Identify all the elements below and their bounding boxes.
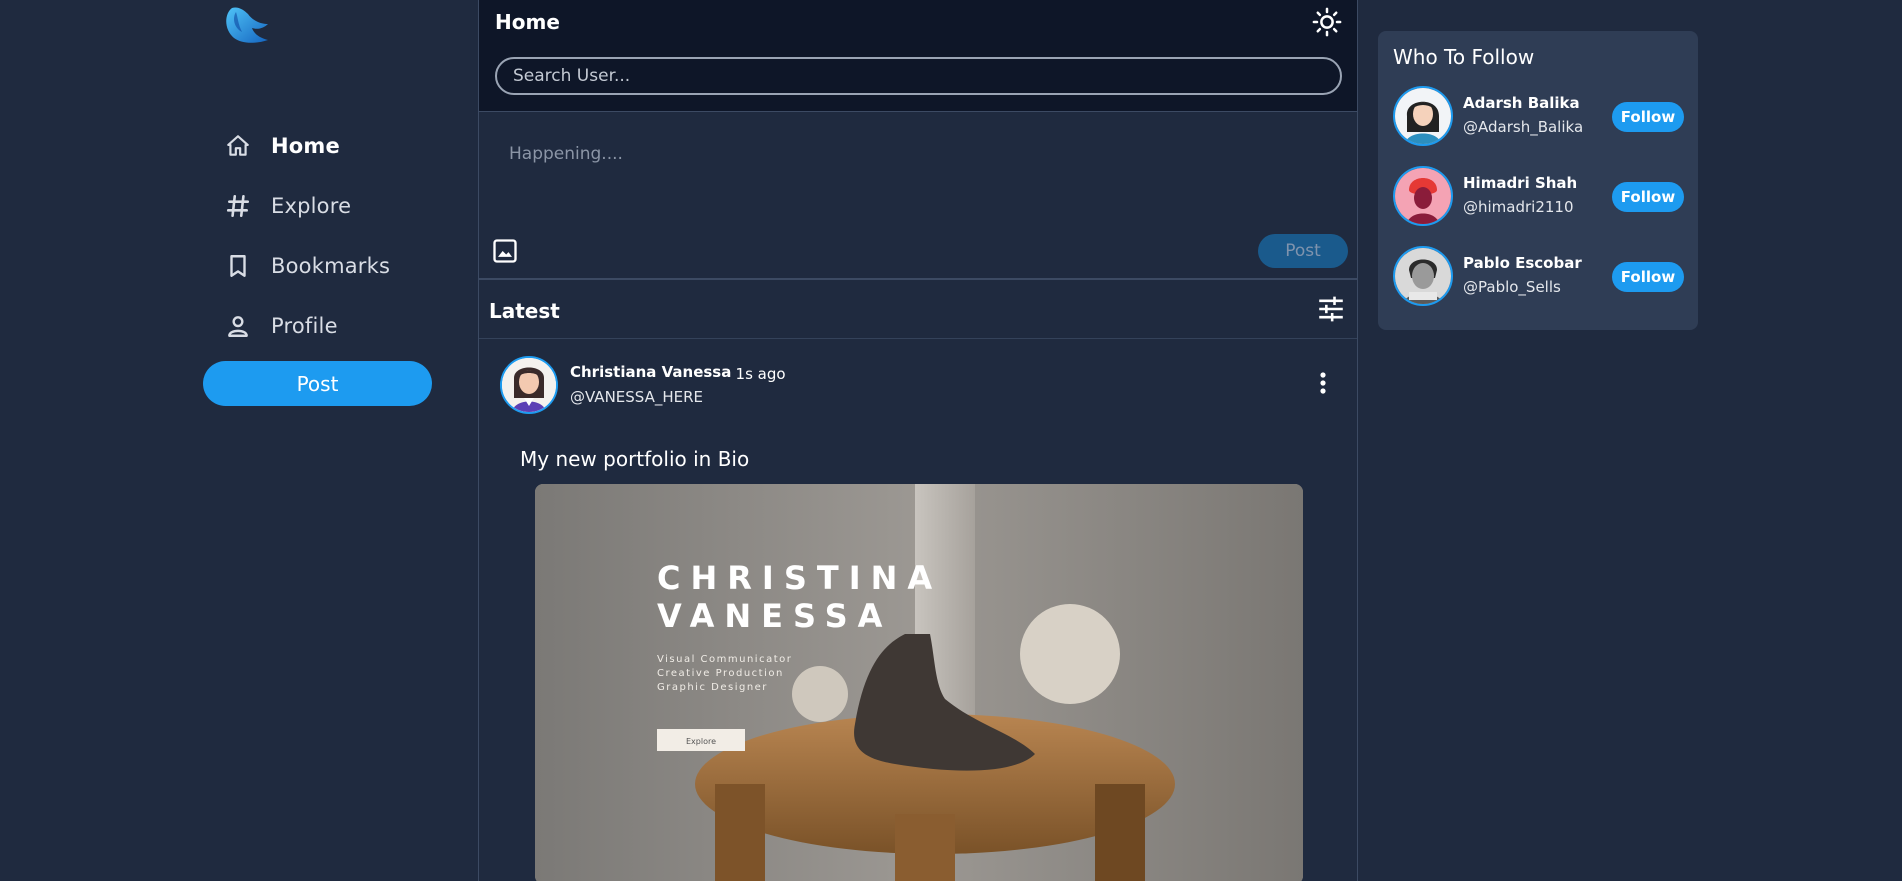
follow-user-handle: @Pablo_Sells [1463, 278, 1561, 296]
hash-icon [222, 190, 254, 222]
follow-avatar[interactable] [1393, 86, 1453, 146]
nav-label-bookmarks: Bookmarks [271, 254, 391, 278]
main-feed-column: Home Post Latest [478, 0, 1358, 881]
image-icon [493, 239, 517, 263]
post-composer: Post [479, 112, 1357, 280]
follow-button[interactable]: Follow [1612, 262, 1684, 292]
latest-title: Latest [489, 299, 560, 323]
nav-item-home[interactable]: Home [222, 116, 390, 176]
who-to-follow-title: Who To Follow [1393, 45, 1535, 69]
person-icon [222, 310, 254, 342]
follow-suggestion: Adarsh Balika @Adarsh_Balika Follow [1393, 86, 1693, 146]
latest-header: Latest [479, 280, 1357, 339]
nav-label-profile: Profile [271, 314, 338, 338]
app-logo[interactable] [222, 4, 272, 48]
image-heading-1: CHRISTINA [657, 559, 942, 597]
theme-toggle-button[interactable] [1311, 6, 1343, 38]
add-image-button[interactable] [491, 237, 519, 265]
follow-avatar[interactable] [1393, 166, 1453, 226]
image-sub-3: Graphic Designer [657, 682, 768, 693]
image-sub-1: Visual Communicator [657, 654, 792, 665]
follow-avatar[interactable] [1393, 246, 1453, 306]
sidebar-post-button[interactable]: Post [203, 361, 432, 406]
who-to-follow-card: Who To Follow Adarsh Balika @Adarsh_Bali… [1378, 31, 1698, 330]
follow-user-name[interactable]: Adarsh Balika [1463, 94, 1580, 112]
post-more-button[interactable] [1313, 369, 1333, 397]
nav-item-bookmarks[interactable]: Bookmarks [222, 236, 390, 296]
bird-logo-icon [226, 7, 268, 43]
nav-label-home: Home [271, 134, 340, 158]
follow-button[interactable]: Follow [1612, 182, 1684, 212]
tune-icon [1319, 296, 1343, 322]
follow-user-name[interactable]: Himadri Shah [1463, 174, 1577, 192]
follow-suggestion: Himadri Shah @himadri2110 Follow [1393, 166, 1693, 226]
follow-user-name[interactable]: Pablo Escobar [1463, 254, 1582, 272]
post-author-avatar[interactable] [500, 356, 558, 414]
home-icon [222, 130, 254, 162]
image-sub-2: Creative Production [657, 668, 784, 679]
image-explore-label: Explore [686, 737, 716, 746]
bookmark-icon [222, 250, 254, 282]
nav-item-explore[interactable]: Explore [222, 176, 390, 236]
post-author-handle: @VANESSA_HERE [570, 388, 704, 406]
follow-user-handle: @himadri2110 [1463, 198, 1574, 216]
follow-user-handle: @Adarsh_Balika [1463, 118, 1584, 136]
follow-suggestion: Pablo Escobar @Pablo_Sells Follow [1393, 246, 1693, 306]
more-vertical-icon [1320, 372, 1326, 394]
image-heading-2: VANESSA [657, 597, 892, 635]
composer-textarea[interactable] [509, 144, 1309, 204]
page-title: Home [495, 10, 560, 34]
post-image[interactable]: CHRISTINA VANESSA Visual Communicator Cr… [535, 484, 1303, 881]
nav-label-explore: Explore [271, 194, 352, 218]
post-text: My new portfolio in Bio [520, 447, 750, 471]
sidebar-nav: Home Explore Bookmarks Profile [222, 116, 390, 356]
post-author-name[interactable]: Christiana Vanessa [570, 363, 731, 381]
post-timestamp: · 1s ago [726, 365, 786, 383]
filter-button[interactable] [1317, 295, 1345, 323]
follow-button[interactable]: Follow [1612, 102, 1684, 132]
search-user-input[interactable] [495, 57, 1342, 95]
nav-item-profile[interactable]: Profile [222, 296, 390, 356]
sun-icon [1312, 7, 1342, 37]
composer-post-button[interactable]: Post [1258, 234, 1348, 268]
top-header: Home [479, 0, 1357, 112]
